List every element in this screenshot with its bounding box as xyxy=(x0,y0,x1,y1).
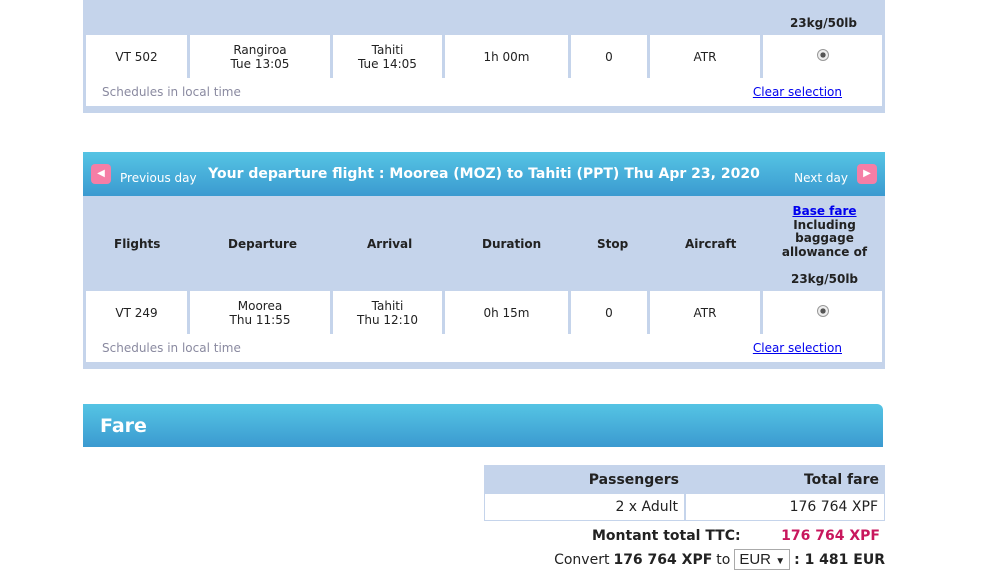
fare-title: Fare xyxy=(100,415,147,437)
arr-city: Tahiti xyxy=(371,42,404,57)
currency-value: EUR xyxy=(739,551,772,568)
duration: 0h 15m xyxy=(445,291,568,334)
stop: 0 xyxy=(571,291,647,334)
aircraft: ATR xyxy=(650,35,760,78)
flight-row[interactable]: VT 502 Rangiroa Tue 13:05 Tahiti Tue 14:05… xyxy=(86,35,882,78)
convert-label: Convert xyxy=(554,551,610,568)
converted-result: : 1 481 EUR xyxy=(794,551,885,568)
dep-city: Rangiroa xyxy=(233,42,287,57)
chevron-right-icon: ▶ xyxy=(863,168,871,179)
return-flight-table: 23kg/50lb VT 502 Rangiroa Tue 13:05 Tahit… xyxy=(83,0,885,113)
ttc-value: 176 764 XPF xyxy=(781,528,880,544)
header-aircraft: Aircraft xyxy=(685,237,737,251)
convert-amount: 176 764 XPF xyxy=(613,551,713,568)
banner-title: Your departure flight : Moorea (MOZ) to … xyxy=(208,166,760,182)
baggage-allowance: 23kg/50lb xyxy=(790,271,859,286)
next-day-button[interactable]: ▶ xyxy=(857,164,877,184)
flight-row[interactable]: VT 249 Moorea Thu 11:55 Tahiti Thu 12:10 0… xyxy=(86,291,882,334)
table-header: Flights Departure Arrival Duration Stop … xyxy=(83,196,885,291)
arr-city: Tahiti xyxy=(371,298,404,313)
schedule-note: Schedules in local time xyxy=(102,85,241,99)
fare-select-cell xyxy=(763,291,882,334)
header-arrival: Arrival xyxy=(367,237,413,251)
total-fare-value: 176 764 XPF xyxy=(789,499,878,515)
flight-number: VT 249 xyxy=(86,291,187,334)
aircraft: ATR xyxy=(650,291,760,334)
fare-radio[interactable] xyxy=(816,49,829,61)
arrival-cell: Tahiti Thu 12:10 xyxy=(333,291,442,334)
base-fare-link[interactable]: Base fare xyxy=(792,204,856,218)
fare-select-cell xyxy=(763,35,882,78)
departure-cell: Rangiroa Tue 13:05 xyxy=(190,35,330,78)
departure-cell: Moorea Thu 11:55 xyxy=(190,291,330,334)
clear-selection-link[interactable]: Clear selection xyxy=(753,85,842,99)
schedule-note: Schedules in local time xyxy=(102,341,241,355)
dep-time: Tue 13:05 xyxy=(230,56,290,71)
departure-flight-table: Flights Departure Arrival Duration Stop … xyxy=(83,196,885,369)
passengers-value: 2 x Adult xyxy=(615,499,678,515)
baggage-allowance: 23kg/50lb xyxy=(789,16,857,30)
dep-time: Thu 11:55 xyxy=(229,312,291,327)
fare-table: Passengers Total fare 2 x Adult 176 764 … xyxy=(484,465,885,521)
arr-time: Thu 12:10 xyxy=(357,312,418,327)
duration: 1h 00m xyxy=(445,35,568,78)
arrival-cell: Tahiti Tue 14:05 xyxy=(333,35,442,78)
baggage-label: Including baggage allowance of xyxy=(781,217,868,259)
dropdown-arrow-icon: ▼ xyxy=(775,556,786,567)
departure-flight-banner: ◀ Previous day Your departure flight : M… xyxy=(83,152,885,196)
currency-converter: Convert 176 764 XPF to EUR ▼ : 1 481 EUR xyxy=(554,549,885,570)
currency-select[interactable]: EUR ▼ xyxy=(734,549,791,570)
fare-radio[interactable] xyxy=(816,305,829,317)
header-flights: Flights xyxy=(114,237,161,251)
passengers-header: Passengers xyxy=(588,472,679,488)
total-fare-header: Total fare xyxy=(803,472,879,488)
convert-to: to xyxy=(716,551,731,568)
header-departure: Departure xyxy=(228,237,298,251)
clear-selection-link[interactable]: Clear selection xyxy=(753,341,842,355)
header-duration: Duration xyxy=(482,237,542,251)
fare-section-header: Fare xyxy=(83,404,883,447)
flight-number: VT 502 xyxy=(86,35,187,78)
stop: 0 xyxy=(571,35,647,78)
ttc-label: Montant total TTC: xyxy=(592,528,741,544)
dep-city: Moorea xyxy=(237,298,283,313)
next-day-label[interactable]: Next day xyxy=(794,171,848,185)
header-stop: Stop xyxy=(597,237,629,251)
arr-time: Tue 14:05 xyxy=(358,56,417,71)
